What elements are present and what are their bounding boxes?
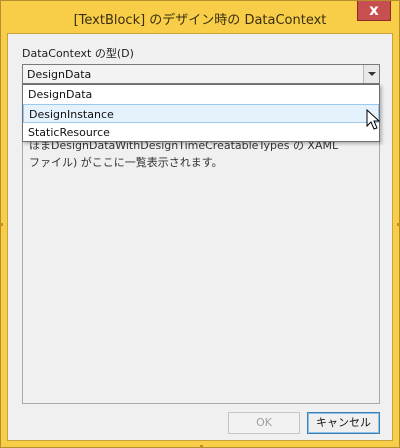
- close-button[interactable]: x: [357, 1, 391, 21]
- ok-button[interactable]: OK: [228, 412, 300, 434]
- dropdown-item-designdata[interactable]: DesignData: [23, 85, 379, 104]
- close-icon: x: [369, 1, 379, 19]
- dialog-window: [TextBlock] のデザイン時の DataContext x DataCo…: [0, 0, 400, 448]
- mouse-pointer-icon: [366, 109, 381, 130]
- cancel-button[interactable]: キャンセル: [307, 412, 380, 434]
- combobox-selected-value: DesignData: [27, 68, 92, 81]
- datacontext-type-dropdown-list: DesignData DesignInstance StaticResource: [22, 84, 380, 142]
- dropdown-item-designinstance[interactable]: DesignInstance: [23, 104, 379, 123]
- window-title: [TextBlock] のデザイン時の DataContext: [73, 13, 327, 28]
- description-panel: ほまDesignDataWithDesignTimeCreatableTypes…: [22, 126, 380, 404]
- dialog-client-area: DataContext の型(D) DesignData ほまDesignDat…: [7, 33, 393, 441]
- resize-handle-left[interactable]: [0, 223, 3, 226]
- datacontext-type-combobox[interactable]: DesignData: [22, 64, 380, 84]
- title-bar[interactable]: [TextBlock] のデザイン時の DataContext x: [1, 1, 399, 33]
- dropdown-item-staticresource[interactable]: StaticResource: [23, 123, 379, 142]
- description-line: ファイル) がここに一覧表示されます。: [29, 156, 223, 169]
- chevron-down-icon[interactable]: [363, 65, 379, 83]
- datacontext-type-label: DataContext の型(D): [22, 47, 134, 60]
